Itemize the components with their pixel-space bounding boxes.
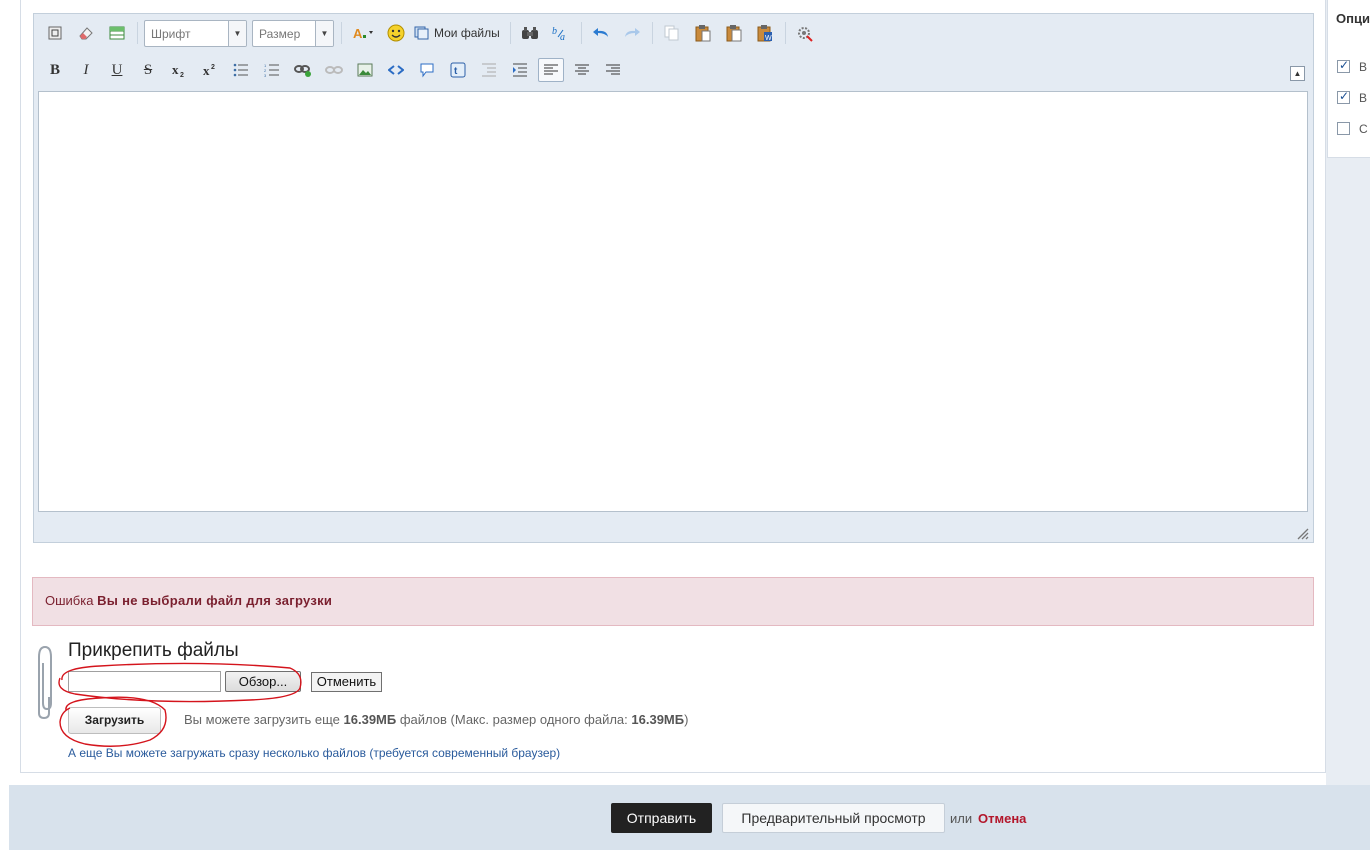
multi-upload-link[interactable]: А еще Вы можете загружать сразу нескольк… <box>68 746 560 760</box>
svg-text:A: A <box>353 26 363 40</box>
font-size-select[interactable]: Размер ▼ <box>252 19 334 47</box>
toolbar-separator <box>137 22 138 44</box>
svg-text:x: x <box>172 62 179 77</box>
code-icon[interactable] <box>383 58 409 82</box>
browse-button[interactable]: Обзор... <box>225 671 301 692</box>
or-label: или <box>950 811 973 826</box>
align-left-icon[interactable] <box>538 58 564 82</box>
underline-button[interactable]: U <box>104 58 130 82</box>
preview-button[interactable]: Предварительный просмотр <box>722 803 945 833</box>
chevron-down-icon: ▼ <box>315 20 333 46</box>
send-button[interactable]: Отправить <box>611 803 712 833</box>
option-checkbox-2[interactable] <box>1337 89 1350 105</box>
editor-text-area[interactable] <box>38 91 1308 512</box>
option-row-3[interactable]: С <box>1337 120 1368 136</box>
option-row-1[interactable]: В <box>1337 58 1367 74</box>
svg-text:3: 3 <box>264 73 267 77</box>
files-icon <box>414 26 430 40</box>
strikethrough-button[interactable]: S <box>135 58 161 82</box>
paste-icon[interactable] <box>690 21 716 45</box>
undo-icon[interactable] <box>588 21 614 45</box>
insert-link-icon[interactable] <box>290 58 316 82</box>
options-title: Опции <box>1336 11 1370 26</box>
option-checkbox-1[interactable] <box>1337 58 1350 74</box>
paste-word-icon[interactable]: W <box>752 21 778 45</box>
size-select-label: Размер <box>259 26 301 41</box>
my-files-label: Мои файлы <box>434 26 500 40</box>
source-mode-icon[interactable] <box>42 21 68 45</box>
option-row-2[interactable]: В <box>1337 89 1367 105</box>
error-prefix: Ошибка <box>45 593 94 608</box>
text-color-icon[interactable]: A <box>348 21 378 45</box>
option-label-1: В <box>1359 59 1368 74</box>
option-label-2: В <box>1359 90 1368 105</box>
my-files-button[interactable]: Мои файлы <box>414 26 500 40</box>
error-message-box: Ошибка Вы не выбрали файл для загрузки <box>32 577 1314 626</box>
toolbar-row-1: Шрифт ▼ Размер ▼ A Мои файлы ba W <box>42 19 823 47</box>
bold-button[interactable]: B <box>42 58 68 82</box>
quote-icon[interactable] <box>414 58 440 82</box>
resize-handle-icon[interactable] <box>1295 526 1309 540</box>
cancel-file-button[interactable]: Отменить <box>311 672 382 692</box>
svg-text:W: W <box>765 35 772 42</box>
table-icon[interactable] <box>104 21 130 45</box>
quota-size: 16.39МБ <box>343 712 397 727</box>
svg-text:2: 2 <box>211 64 215 71</box>
settings-icon[interactable] <box>792 21 818 45</box>
svg-text:b: b <box>552 26 557 37</box>
replace-icon[interactable]: ba <box>548 21 574 45</box>
toolbar-separator <box>341 22 342 44</box>
find-icon[interactable] <box>517 21 543 45</box>
bullet-list-icon[interactable] <box>228 58 254 82</box>
collapse-toolbar-icon[interactable]: ▲ <box>1290 66 1305 81</box>
paste-text-icon[interactable] <box>721 21 747 45</box>
paperclip-icon <box>38 645 52 719</box>
cancel-link[interactable]: Отмена <box>978 811 1026 826</box>
page-left-margin <box>0 0 9 850</box>
align-center-icon[interactable] <box>569 58 595 82</box>
copy-icon[interactable] <box>659 21 685 45</box>
error-message: Вы не выбрали файл для загрузки <box>97 593 333 608</box>
quota-text-3: ) <box>684 712 689 727</box>
rich-text-editor: Шрифт ▼ Размер ▼ A Мои файлы ba W B I U … <box>33 13 1314 543</box>
superscript-button[interactable]: x2 <box>197 58 223 82</box>
align-right-icon[interactable] <box>600 58 626 82</box>
upload-quota-info: Вы можете загрузить еще 16.39МБ файлов (… <box>184 712 688 727</box>
subscript-button[interactable]: x2 <box>166 58 192 82</box>
toolbar-separator <box>784 22 786 44</box>
toolbar-separator <box>509 22 511 44</box>
font-select-label: Шрифт <box>151 26 191 41</box>
quota-text-1: Вы можете загрузить еще <box>184 712 340 727</box>
italic-button[interactable]: I <box>73 58 99 82</box>
outdent-icon[interactable] <box>476 58 502 82</box>
file-path-input[interactable] <box>68 671 221 692</box>
svg-text:2: 2 <box>180 72 184 78</box>
quota-text-2: файлов (Макс. размер одного файла: <box>399 712 628 727</box>
indent-icon[interactable] <box>507 58 533 82</box>
insert-image-icon[interactable] <box>352 58 378 82</box>
unlink-icon[interactable] <box>321 58 347 82</box>
chevron-down-icon: ▼ <box>228 20 246 46</box>
eraser-icon[interactable] <box>73 21 99 45</box>
font-family-select[interactable]: Шрифт ▼ <box>144 19 247 47</box>
redo-icon[interactable] <box>619 21 645 45</box>
toolbar-separator <box>580 22 582 44</box>
options-panel: Опции В В С <box>1327 0 1370 158</box>
smiley-icon[interactable] <box>383 21 409 45</box>
video-icon[interactable]: t <box>445 58 471 82</box>
toolbar-row-2: B I U S x2 x2 123 t <box>42 56 631 84</box>
numbered-list-icon[interactable]: 123 <box>259 58 285 82</box>
attach-files-title: Прикрепить файлы <box>68 640 239 661</box>
option-label-3: С <box>1359 121 1368 136</box>
option-checkbox-3[interactable] <box>1337 122 1350 136</box>
toolbar-separator <box>651 22 653 44</box>
upload-button[interactable]: Загрузить <box>68 707 161 734</box>
quota-max: 16.39МБ <box>631 712 685 727</box>
svg-text:x: x <box>203 63 210 78</box>
